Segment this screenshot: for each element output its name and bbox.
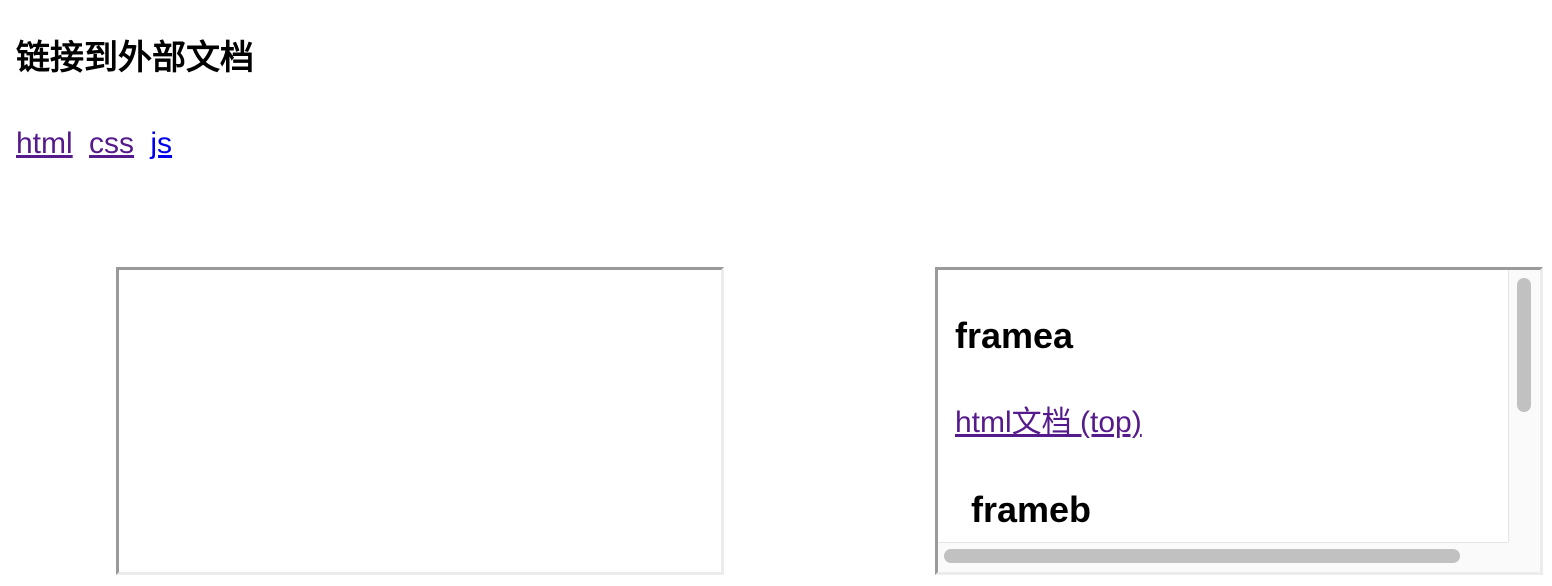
link-js[interactable]: js [150, 127, 172, 160]
iframe-left[interactable] [116, 267, 724, 575]
horizontal-scrollbar-thumb[interactable] [944, 549, 1460, 563]
html-doc-top-link[interactable]: html文档 (top) [955, 403, 1142, 443]
vertical-scrollbar[interactable] [1508, 270, 1540, 542]
scrollbar-corner [1508, 542, 1540, 572]
horizontal-scrollbar[interactable] [938, 542, 1510, 572]
vertical-scrollbar-thumb[interactable] [1517, 278, 1531, 412]
page: 链接到外部文档 html css js framea html文档 (top) … [0, 0, 1552, 586]
page-heading: 链接到外部文档 [16, 38, 254, 78]
link-css[interactable]: css [89, 127, 134, 160]
framea-title: framea [955, 315, 1074, 356]
frameb-title: frameb [971, 489, 1092, 530]
iframe-right-content: framea html文档 (top) frameb [938, 270, 1510, 542]
link-html[interactable]: html [16, 127, 73, 160]
external-links: html css js [16, 124, 180, 164]
iframe-right[interactable]: framea html文档 (top) frameb [935, 267, 1543, 575]
